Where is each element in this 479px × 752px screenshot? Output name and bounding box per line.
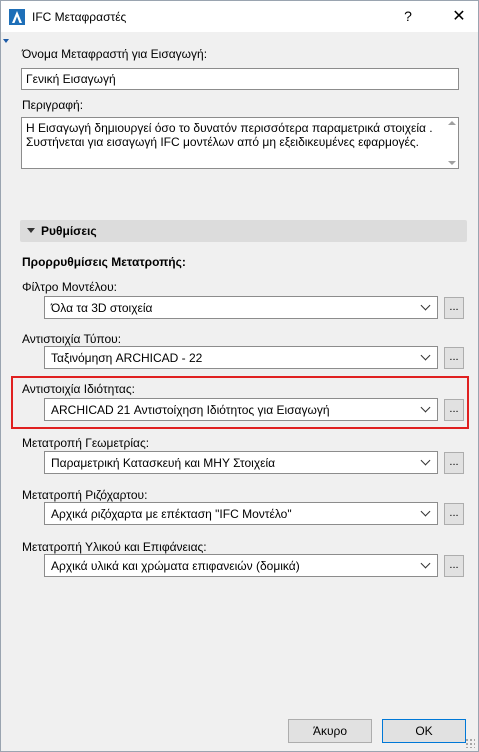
chevron-down-icon [420, 455, 431, 466]
cancel-button[interactable]: Άκυρο [288, 719, 372, 743]
chevron-down-icon [420, 300, 431, 311]
geometry-conversion-label: Μετατροπή Γεωμετρίας: [22, 436, 150, 450]
geometry-conversion-dropdown[interactable]: Παραμετρική Κατασκευή και ΜΗΥ Στοιχεία [44, 451, 438, 474]
layer-conversion-dropdown[interactable]: Αρχικά ριζόχαρτα με επέκταση "IFC Μοντέλ… [44, 502, 438, 525]
geometry-conversion-more-button[interactable]: ... [444, 452, 464, 474]
chevron-down-icon [420, 402, 431, 413]
window-title: IFC Μεταφραστές [32, 10, 127, 24]
model-filter-value: Όλα τα 3D στοιχεία [51, 301, 153, 315]
ok-button[interactable]: OK [382, 719, 466, 743]
model-filter-more-button[interactable]: ... [444, 297, 464, 319]
material-conversion-dropdown[interactable]: Αρχικά υλικά και χρώματα επιφανειών (δομ… [44, 554, 438, 577]
archicad-logo-icon [9, 9, 25, 25]
presets-title: Προρρυθμίσεις Μετατροπής: [22, 255, 186, 269]
settings-section-title: Ρυθμίσεις [41, 224, 97, 238]
translator-name-input[interactable]: Γενική Εισαγωγή [21, 68, 459, 90]
geometry-conversion-value: Παραμετρική Κατασκευή και ΜΗΥ Στοιχεία [51, 456, 276, 470]
description-line-2: Συστήνεται για εισαγωγή IFC μοντέλων από… [26, 135, 420, 149]
chevron-down-icon [420, 558, 431, 569]
layer-conversion-more-button[interactable]: ... [444, 503, 464, 525]
translator-name-label: Όνομα Μεταφραστή για Εισαγωγή: [22, 47, 208, 61]
scroll-down-icon[interactable] [448, 161, 456, 165]
expand-triangle-icon [27, 228, 35, 233]
material-conversion-label: Μετατροπή Υλικού και Επιφάνειας: [22, 540, 207, 554]
model-filter-dropdown[interactable]: Όλα τα 3D στοιχεία [44, 296, 438, 319]
property-mapping-more-button[interactable]: ... [444, 399, 464, 421]
scroll-up-icon[interactable] [448, 121, 456, 125]
layer-conversion-value: Αρχικά ριζόχαρτα με επέκταση "IFC Μοντέλ… [51, 507, 292, 521]
title-bar: IFC Μεταφραστές ? ✕ [1, 1, 478, 32]
ifc-translators-dialog: IFC Μεταφραστές ? ✕ Όνομα Μεταφραστή για… [0, 0, 479, 752]
translator-name-value: Γενική Εισαγωγή [26, 72, 116, 86]
settings-section-header[interactable]: Ρυθμίσεις [20, 220, 467, 242]
material-conversion-value: Αρχικά υλικά και χρώματα επιφανειών (δομ… [51, 559, 300, 573]
help-button[interactable]: ? [393, 3, 423, 30]
chevron-down-icon [420, 506, 431, 517]
model-filter-label: Φίλτρο Μοντέλου: [22, 280, 117, 294]
type-mapping-more-button[interactable]: ... [444, 347, 464, 369]
layer-conversion-label: Μετατροπή Ριζόχαρτου: [22, 488, 148, 502]
chevron-down-icon [420, 350, 431, 361]
type-mapping-dropdown[interactable]: Ταξινόμηση ARCHICAD - 22 [44, 346, 438, 369]
property-mapping-label: Αντιστοιχία Ιδιότητας: [22, 382, 135, 396]
description-label: Περιγραφή: [22, 98, 84, 112]
property-mapping-dropdown[interactable]: ARCHICAD 21 Αντιστοίχηση Ιδιότητος για Ε… [44, 398, 438, 421]
property-mapping-value: ARCHICAD 21 Αντιστοίχηση Ιδιότητος για Ε… [51, 403, 330, 417]
material-conversion-more-button[interactable]: ... [444, 555, 464, 577]
type-mapping-label: Αντιστοιχία Τύπου: [22, 332, 122, 346]
type-mapping-value: Ταξινόμηση ARCHICAD - 22 [51, 351, 203, 365]
footer-bar: Άκυρο OK [1, 709, 478, 751]
resize-grip-icon[interactable] [465, 738, 475, 748]
collapse-marker-icon [3, 39, 9, 43]
description-textarea[interactable]: Η Εισαγωγή δημιουργεί όσο το δυνατόν περ… [21, 117, 459, 169]
description-line-1: Η Εισαγωγή δημιουργεί όσο το δυνατόν περ… [26, 121, 433, 135]
close-button[interactable]: ✕ [444, 3, 474, 30]
